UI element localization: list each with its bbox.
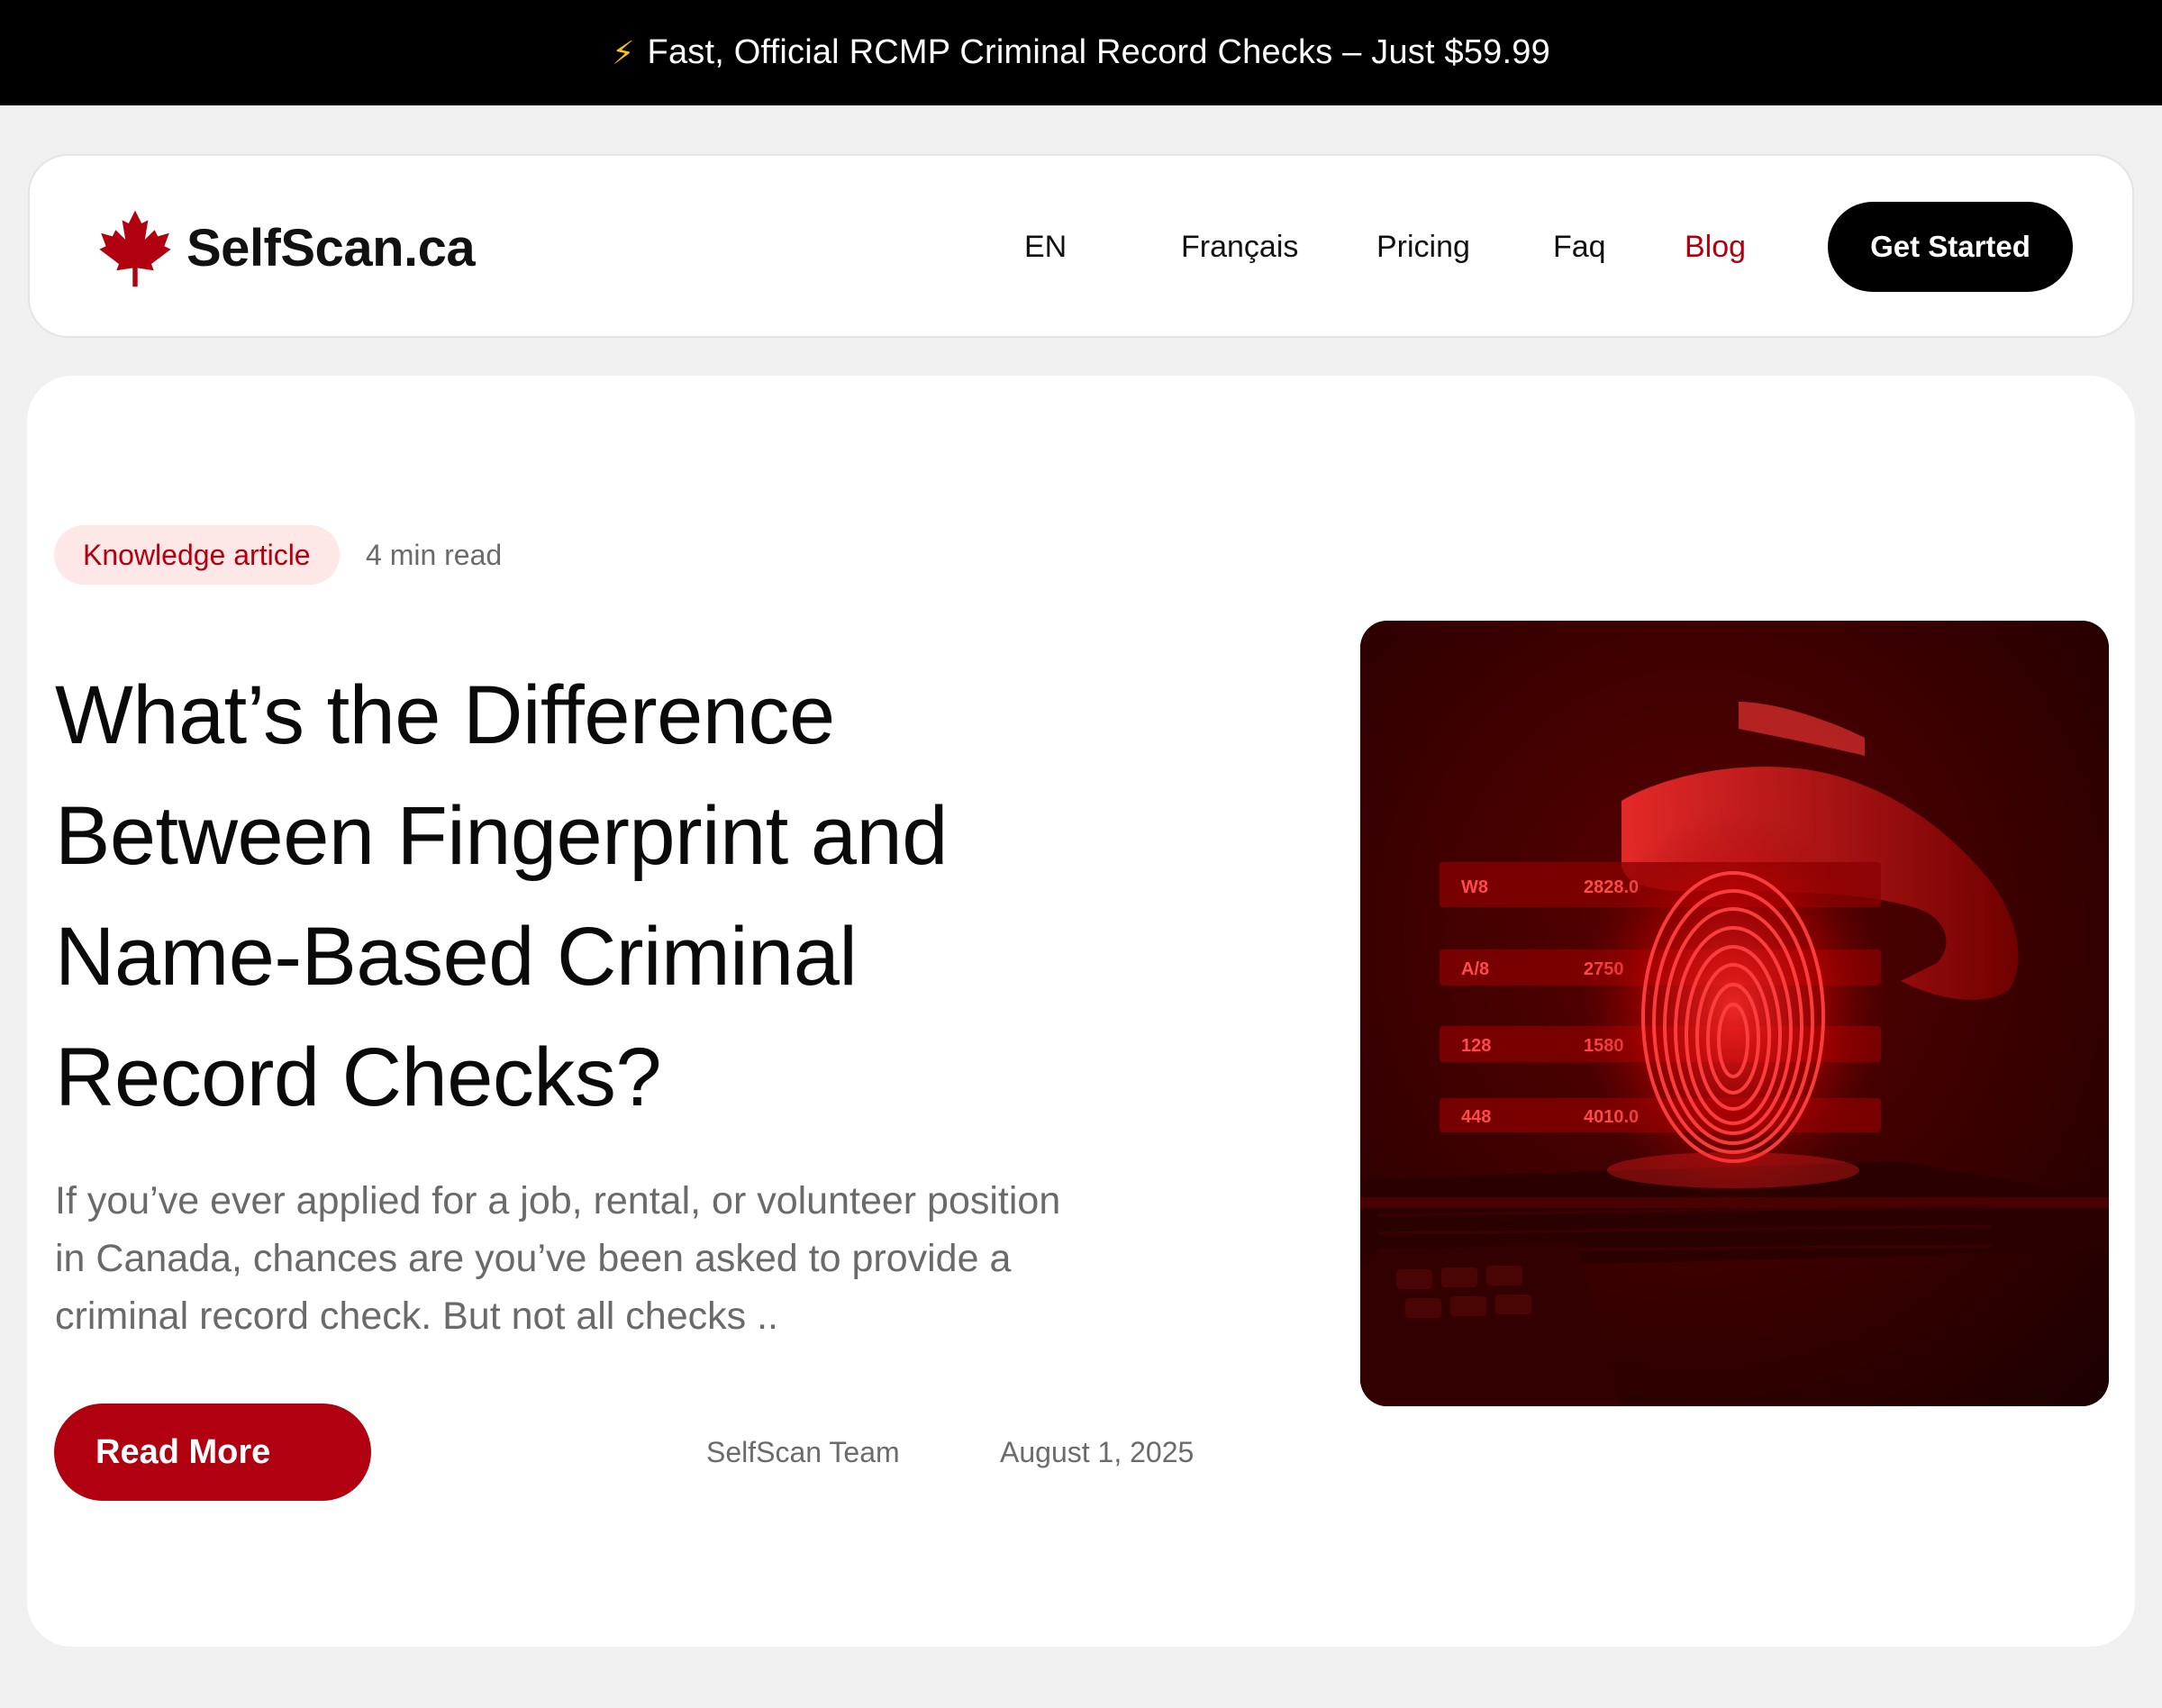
category-badge: Knowledge article <box>54 525 340 585</box>
logo-link[interactable]: SelfScan.ca <box>95 205 476 290</box>
nav-faq[interactable]: Faq <box>1553 226 1606 268</box>
excerpt-line: in Canada, chances are you’ve been asked… <box>55 1237 1012 1280</box>
read-time: 4 min read <box>366 538 503 571</box>
article-title-line: Record Checks? <box>55 1031 662 1123</box>
article-title-line: Name-Based Criminal <box>55 911 858 1003</box>
readout-label: 448 <box>1461 1107 1491 1127</box>
fingerprint-scan-image: W8 2828.0 A/8 2750 128 1580 448 4010.0 <box>1360 621 2109 1406</box>
readout-label: W8 <box>1461 877 1488 897</box>
nav-blog[interactable]: Blog <box>1685 226 1746 268</box>
article-title[interactable]: What’s the Difference Between Fingerprin… <box>55 655 1181 1138</box>
article-excerpt: If you’ve ever applied for a job, rental… <box>55 1172 1226 1345</box>
article-date: August 1, 2025 <box>1000 1436 1195 1468</box>
featured-article-card: Knowledge article 4 min read What’s the … <box>27 376 2135 1647</box>
excerpt-line: criminal record check. But not all check… <box>55 1295 778 1338</box>
announcement-bar: ⚡ Fast, Official RCMP Criminal Record Ch… <box>0 0 2162 105</box>
announcement-text: Fast, Official RCMP Criminal Record Chec… <box>647 33 1550 71</box>
maple-leaf-icon <box>99 210 171 287</box>
site-header: SelfScan.ca EN Français Pricing Faq Blog… <box>28 154 2134 338</box>
lightning-bolt-icon: ⚡ <box>612 33 635 71</box>
article-title-line: Between Fingerprint and <box>55 790 948 882</box>
excerpt-line: If you’ve ever applied for a job, rental… <box>55 1179 1061 1222</box>
brand-name: SelfScan.ca <box>186 218 476 277</box>
nav-language-francais[interactable]: Français <box>1181 226 1298 268</box>
article-author: SelfScan Team <box>706 1436 900 1468</box>
readout-label: 128 <box>1461 1036 1491 1056</box>
nav-language-en[interactable]: EN <box>1024 226 1067 268</box>
read-more-button[interactable]: Read More <box>54 1404 371 1501</box>
get-started-button[interactable]: Get Started <box>1828 202 2073 292</box>
readout-label: A/8 <box>1461 959 1489 979</box>
article-title-line: What’s the Difference <box>55 669 835 761</box>
nav-pricing[interactable]: Pricing <box>1376 226 1470 268</box>
